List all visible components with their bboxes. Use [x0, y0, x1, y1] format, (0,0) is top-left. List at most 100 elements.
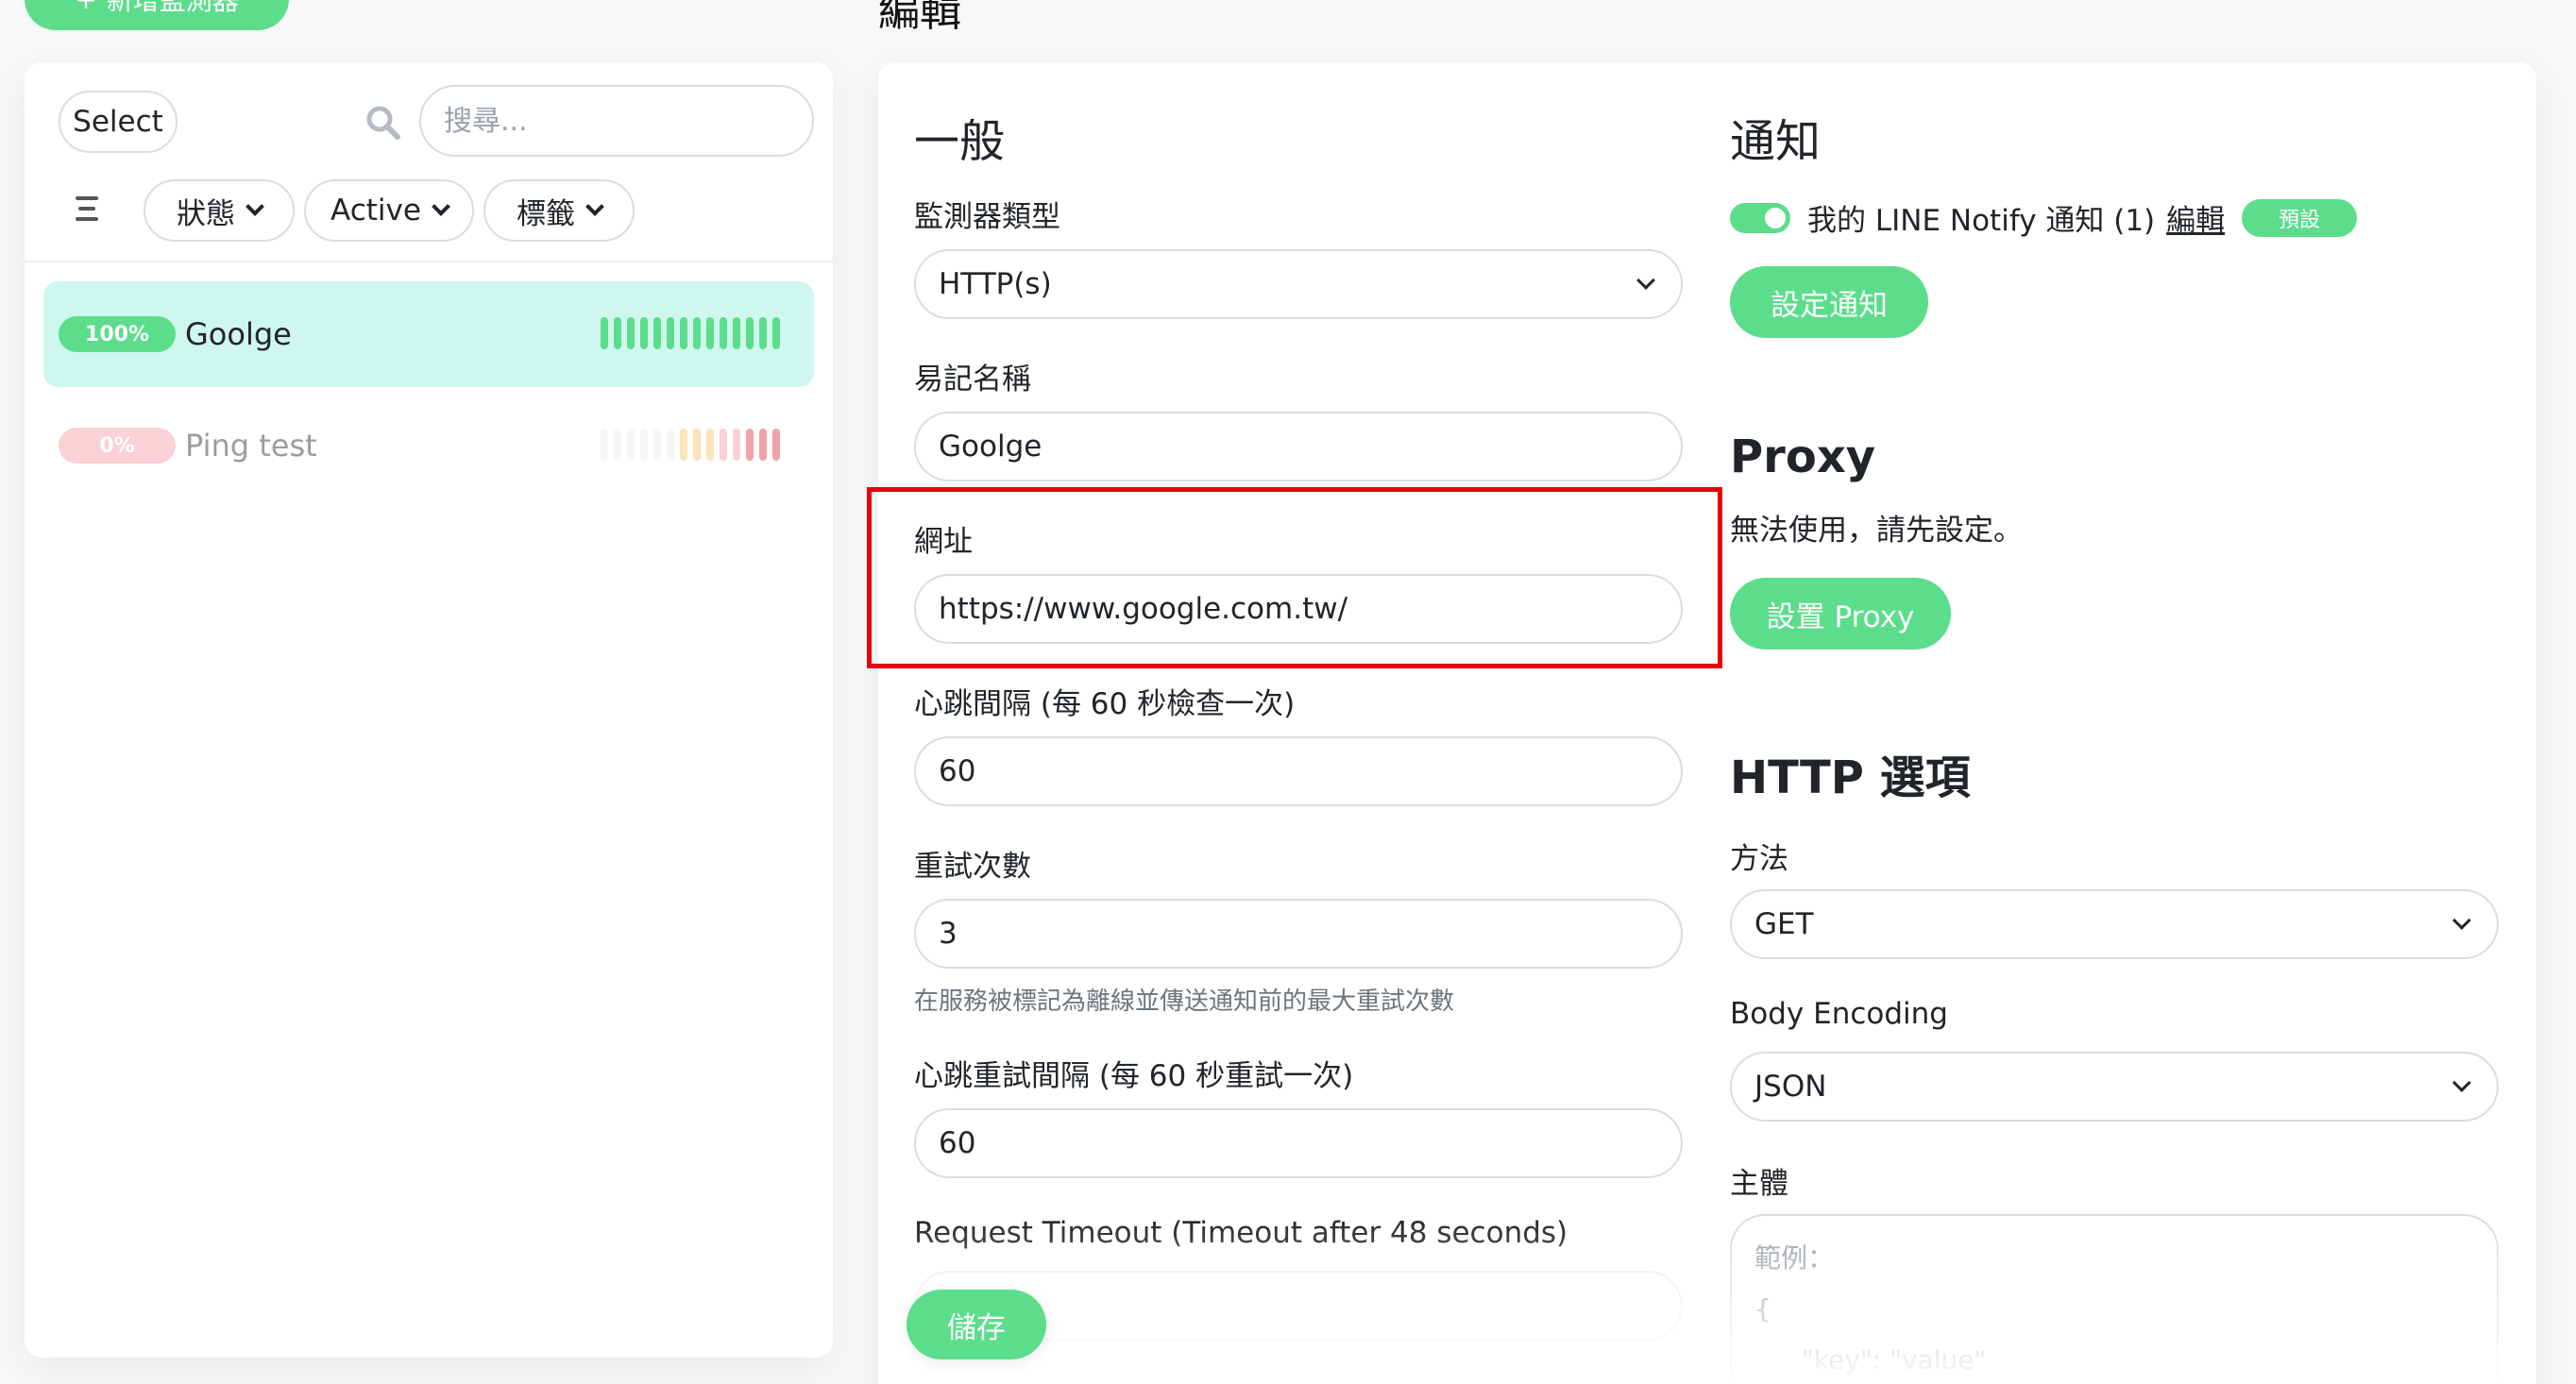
notification-edit-link[interactable]: 編輯: [2166, 196, 2225, 239]
friendly-name-label: 易記名稱: [914, 363, 1031, 397]
heartbeat-interval-label: 心跳間隔 (每 60 秒檢查一次): [914, 687, 1296, 721]
default-badge: 預設: [2242, 198, 2358, 237]
notification-item: 我的 LINE Notify 通知 (1) 編輯 預設: [1730, 196, 2358, 239]
heartbeat-tick: [601, 317, 608, 349]
monitor-list-panel: Select 狀態 Active 標籤 100% Goolge 0% Ping …: [25, 62, 833, 1358]
heartbeat-bar: [601, 317, 780, 349]
heartbeat-bar: [601, 429, 780, 461]
notifications-section-title: 通知: [1730, 115, 1822, 168]
active-filter-dropdown[interactable]: Active: [304, 179, 474, 242]
heartbeat-tick: [601, 429, 608, 461]
body-placeholder-line: {: [1754, 1293, 1771, 1325]
uptime-badge: 100%: [59, 316, 176, 352]
chevron-down-icon: [432, 197, 450, 216]
heartbeat-tick: [693, 317, 701, 349]
general-section-title: 一般: [914, 115, 1006, 168]
body-encoding-select[interactable]: JSON: [1730, 1052, 2499, 1122]
heartbeat-tick: [746, 317, 754, 349]
heartbeat-tick: [772, 317, 780, 349]
divider: [25, 261, 833, 262]
search-icon: [366, 106, 400, 140]
select-button[interactable]: Select: [59, 91, 178, 153]
tags-filter-label: 標籤: [517, 196, 575, 231]
http-options-section-title: HTTP 選項: [1730, 751, 1971, 804]
method-select[interactable]: GET: [1730, 889, 2499, 959]
search-input[interactable]: [419, 85, 814, 157]
tags-filter-dropdown[interactable]: 標籤: [483, 179, 635, 242]
retries-label: 重試次數: [914, 850, 1031, 884]
heartbeat-tick: [759, 429, 767, 461]
heartbeat-tick: [720, 317, 727, 349]
setup-notification-button[interactable]: 設定通知: [1730, 266, 1928, 338]
active-filter-label: Active: [330, 194, 421, 228]
retries-value: 3: [939, 917, 958, 951]
monitor-name: Ping test: [185, 428, 317, 464]
heartbeat-tick: [640, 429, 648, 461]
setup-proxy-button[interactable]: 設置 Proxy: [1730, 578, 1951, 650]
heartbeat-tick: [680, 429, 687, 461]
heartbeat-interval-value: 60: [939, 754, 976, 788]
monitor-type-label: 監測器類型: [914, 200, 1060, 234]
heartbeat-tick: [667, 317, 674, 349]
monitor-name: Goolge: [185, 316, 292, 352]
heartbeat-tick: [772, 429, 780, 461]
heartbeat-tick: [653, 317, 661, 349]
retries-input[interactable]: 3: [914, 899, 1683, 969]
heartbeat-interval-input[interactable]: 60: [914, 736, 1683, 806]
heartbeat-tick: [733, 317, 740, 349]
heartbeat-tick: [627, 429, 635, 461]
heartbeat-tick: [693, 429, 701, 461]
retry-interval-label: 心跳重試間隔 (每 60 秒重試一次): [914, 1059, 1354, 1093]
chevron-down-icon: [246, 197, 264, 216]
proxy-unavailable-text: 無法使用，請先設定。: [1730, 514, 2023, 548]
chevron-down-icon: [1636, 271, 1655, 290]
body-textarea[interactable]: 範例： { "key": "value": [1730, 1214, 2499, 1384]
plus-icon: +: [75, 0, 96, 15]
chevron-down-icon: [2452, 1073, 2471, 1092]
heartbeat-tick: [627, 317, 635, 349]
notification-toggle[interactable]: [1730, 202, 1790, 233]
chevron-down-icon: [585, 197, 604, 216]
method-label: 方法: [1730, 842, 1788, 876]
retry-interval-input[interactable]: 60: [914, 1108, 1683, 1178]
monitor-type-select[interactable]: HTTP(s): [914, 249, 1683, 319]
notification-item-label: 我的 LINE Notify 通知 (1): [1807, 204, 2156, 238]
add-monitor-button[interactable]: + 新增監測器: [25, 0, 289, 30]
heartbeat-tick: [759, 317, 767, 349]
heartbeat-tick: [640, 317, 648, 349]
heartbeat-tick: [680, 317, 687, 349]
add-monitor-label: 新增監測器: [106, 0, 239, 16]
save-button[interactable]: 儲存: [907, 1290, 1046, 1359]
status-filter-label: 狀態: [177, 196, 235, 231]
uptime-badge: 0%: [59, 428, 176, 464]
heartbeat-tick: [706, 429, 714, 461]
body-placeholder-line: 範例：: [1754, 1242, 1835, 1274]
body-encoding-value: JSON: [1754, 1070, 1827, 1104]
heartbeat-tick: [720, 429, 727, 461]
url-highlight-box: [867, 487, 1722, 668]
body-placeholder-line: "key": "value": [1802, 1344, 1987, 1376]
method-value: GET: [1754, 907, 1814, 941]
heartbeat-tick: [614, 429, 621, 461]
retry-interval-value: 60: [939, 1126, 976, 1160]
friendly-name-input[interactable]: Goolge: [914, 412, 1683, 481]
friendly-name-value: Goolge: [939, 430, 1042, 464]
body-encoding-label: Body Encoding: [1730, 997, 1948, 1031]
filter-list-icon[interactable]: [74, 196, 100, 221]
heartbeat-tick: [746, 429, 754, 461]
body-label: 主體: [1730, 1167, 1788, 1201]
status-filter-dropdown[interactable]: 狀態: [144, 179, 295, 242]
heartbeat-tick: [653, 429, 661, 461]
monitor-list-item[interactable]: 0% Ping test: [43, 393, 814, 498]
page-title: 編輯: [878, 0, 961, 36]
chevron-down-icon: [2452, 911, 2471, 930]
heartbeat-tick: [614, 317, 621, 349]
monitor-list-item[interactable]: 100% Goolge: [43, 281, 814, 387]
monitor-type-value: HTTP(s): [939, 267, 1052, 301]
proxy-section-title: Proxy: [1730, 430, 1876, 483]
retries-help-text: 在服務被標記為離線並傳送通知前的最大重試次數: [914, 987, 1455, 1016]
request-timeout-label: Request Timeout (Timeout after 48 second…: [914, 1216, 1568, 1250]
heartbeat-tick: [667, 429, 674, 461]
heartbeat-tick: [706, 317, 714, 349]
heartbeat-tick: [733, 429, 740, 461]
